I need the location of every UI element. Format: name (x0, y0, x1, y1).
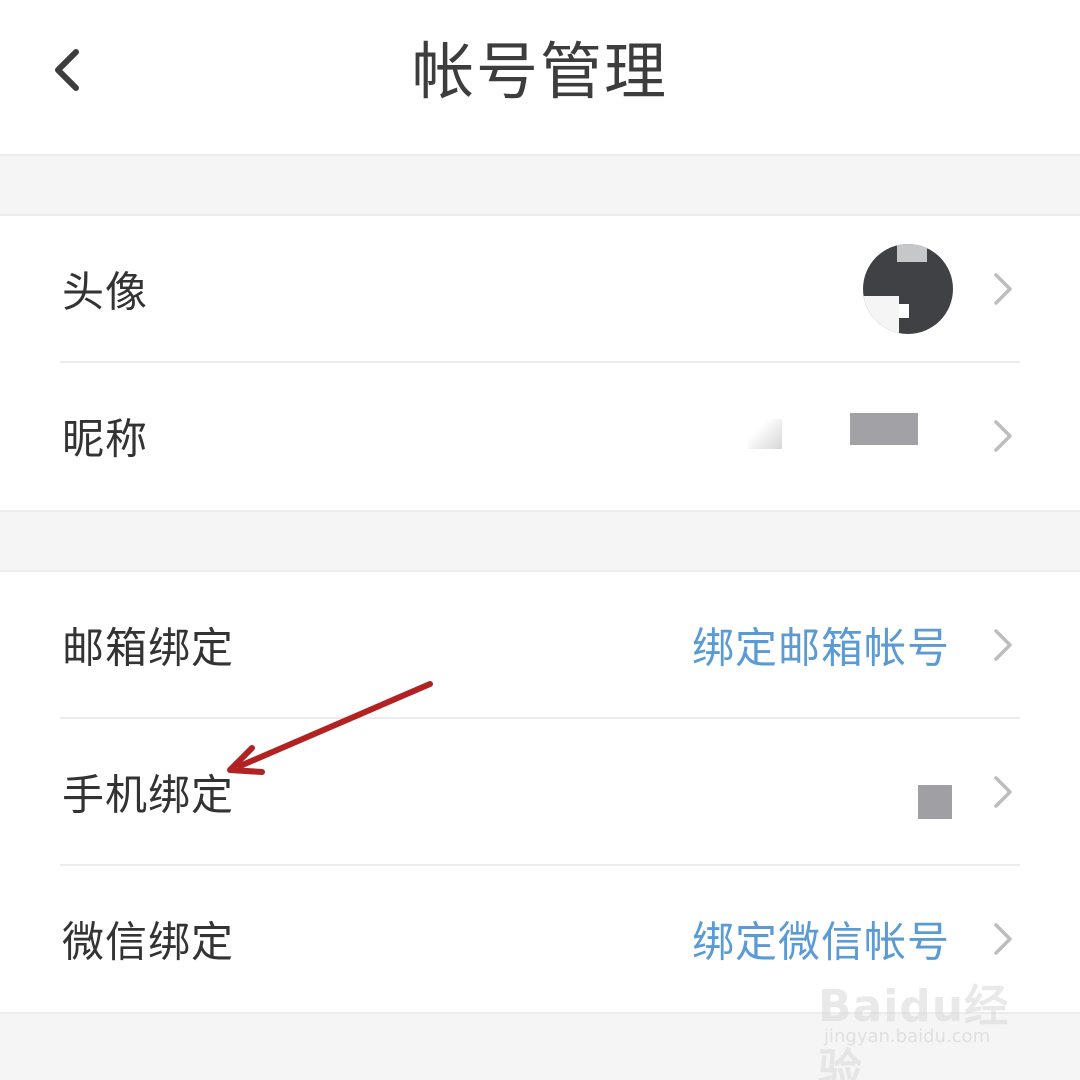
account-management-screen: 帐号管理 头像 昵称 邮箱绑定 绑定邮箱帐号 手机绑定 微信绑定 绑定微信帐号 … (0, 0, 1080, 1080)
redacted-nickname (748, 419, 782, 449)
email-binding-row[interactable]: 邮箱绑定 绑定邮箱帐号 (0, 572, 1080, 718)
top-navigation-bar: 帐号管理 (0, 0, 1080, 156)
baidu-jingyan-watermark: Baidu经验 jingyan.baidu.com (818, 960, 1018, 1080)
email-binding-label: 邮箱绑定 (62, 623, 235, 673)
nickname-row[interactable]: 昵称 (0, 363, 1080, 509)
account-binding-group: 邮箱绑定 绑定邮箱帐号 手机绑定 微信绑定 绑定微信帐号 (0, 570, 1080, 1014)
nickname-label: 昵称 (62, 414, 149, 464)
page-title: 帐号管理 (411, 35, 668, 108)
chevron-right-icon (994, 776, 1012, 808)
avatar-row[interactable]: 头像 (0, 216, 1080, 362)
watermark-logo: Baidu经验 (818, 981, 1010, 1080)
chevron-right-icon (994, 629, 1012, 661)
watermark-url: jingyan.baidu.com (824, 1026, 991, 1047)
avatar-label: 头像 (62, 267, 149, 317)
redacted-phone-number (918, 785, 952, 819)
profile-settings-group: 头像 昵称 (0, 214, 1080, 512)
wechat-binding-label: 微信绑定 (62, 917, 235, 967)
phone-binding-label: 手机绑定 (62, 770, 235, 820)
redacted-nickname (850, 413, 918, 445)
chevron-right-icon (994, 420, 1012, 452)
phone-binding-row[interactable]: 手机绑定 (0, 719, 1080, 865)
chevron-right-icon (994, 923, 1012, 955)
bind-email-link[interactable]: 绑定邮箱帐号 (692, 615, 950, 676)
avatar (863, 244, 953, 334)
chevron-right-icon (994, 273, 1012, 305)
